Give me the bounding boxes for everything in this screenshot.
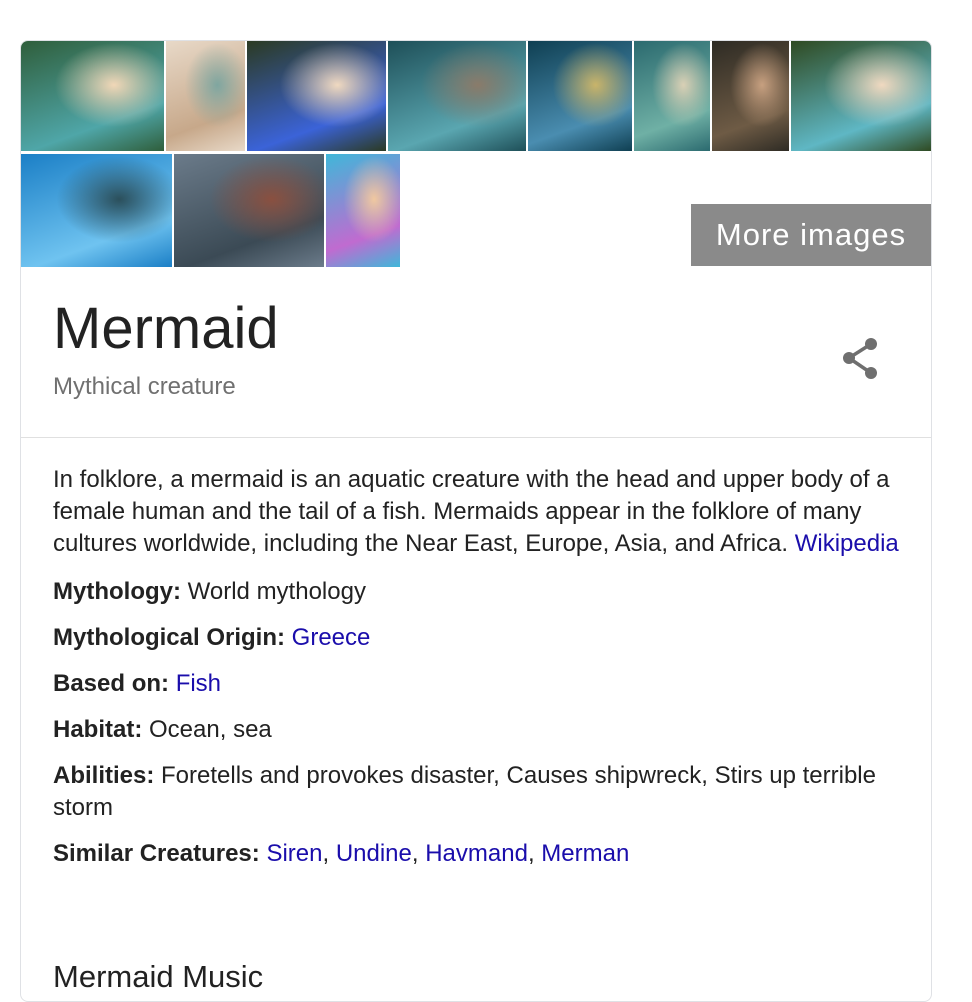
separator: , [322, 840, 336, 867]
fact-value: World mythology [187, 578, 366, 605]
fact-label: Habitat: [53, 716, 143, 743]
fact-mythological-origin: Mythological Origin: Greece [53, 622, 899, 654]
image-thumb-11[interactable] [326, 154, 400, 267]
fact-label: Based on: [53, 670, 170, 697]
mermaid-music-heading: Mermaid Music [53, 959, 264, 994]
undine-link[interactable]: Undine [336, 840, 412, 867]
image-thumb-7[interactable] [712, 41, 789, 151]
image-thumb-4[interactable] [388, 41, 526, 151]
fish-link[interactable]: Fish [176, 670, 221, 697]
more-images-button[interactable]: More images [691, 204, 931, 266]
greece-link[interactable]: Greece [292, 624, 371, 651]
separator: , [527, 840, 542, 867]
image-thumb-6[interactable] [634, 41, 710, 151]
fact-label: Abilities: [53, 762, 155, 789]
merman-link[interactable]: Merman [541, 840, 629, 867]
separator: , [411, 840, 426, 867]
fact-label: Similar Creatures: [53, 840, 260, 867]
description-text: In folklore, a mermaid is an aquatic cre… [53, 466, 890, 557]
fact-based-on: Based on: Fish [53, 668, 899, 700]
fact-abilities: Abilities: Foretells and provokes disast… [53, 760, 899, 824]
image-thumb-9[interactable] [21, 154, 172, 267]
entity-subtitle: Mythical creature [53, 373, 236, 400]
fact-mythology: Mythology: World mythology [53, 576, 899, 608]
fact-similar-creatures: Similar Creatures: Siren, Undine, Havman… [53, 838, 899, 870]
share-button[interactable] [837, 335, 885, 383]
siren-link[interactable]: Siren [266, 840, 322, 867]
wikipedia-link[interactable]: Wikipedia [795, 530, 899, 557]
fact-label: Mythological Origin: [53, 624, 285, 651]
entity-title: Mermaid [53, 296, 279, 361]
image-grid: More images [21, 41, 931, 267]
image-thumb-8[interactable] [791, 41, 931, 151]
panel-body: In folklore, a mermaid is an aquatic cre… [21, 438, 931, 870]
fact-value: Foretells and provokes disaster, Causes … [53, 762, 876, 821]
entity-description: In folklore, a mermaid is an aquatic cre… [53, 464, 899, 560]
image-thumb-3[interactable] [247, 41, 386, 151]
fact-value: Ocean, sea [149, 716, 272, 743]
share-icon [843, 338, 877, 379]
fact-habitat: Habitat: Ocean, sea [53, 714, 899, 746]
entity-header: Mermaid Mythical creature [21, 267, 931, 438]
image-thumb-2[interactable] [166, 41, 245, 151]
image-thumb-10[interactable] [174, 154, 324, 267]
knowledge-panel: More images Mermaid Mythical creature In… [20, 40, 932, 1002]
havmand-link[interactable]: Havmand [425, 840, 528, 867]
image-thumb-5[interactable] [528, 41, 632, 151]
fact-label: Mythology: [53, 578, 181, 605]
image-thumb-1[interactable] [21, 41, 164, 151]
